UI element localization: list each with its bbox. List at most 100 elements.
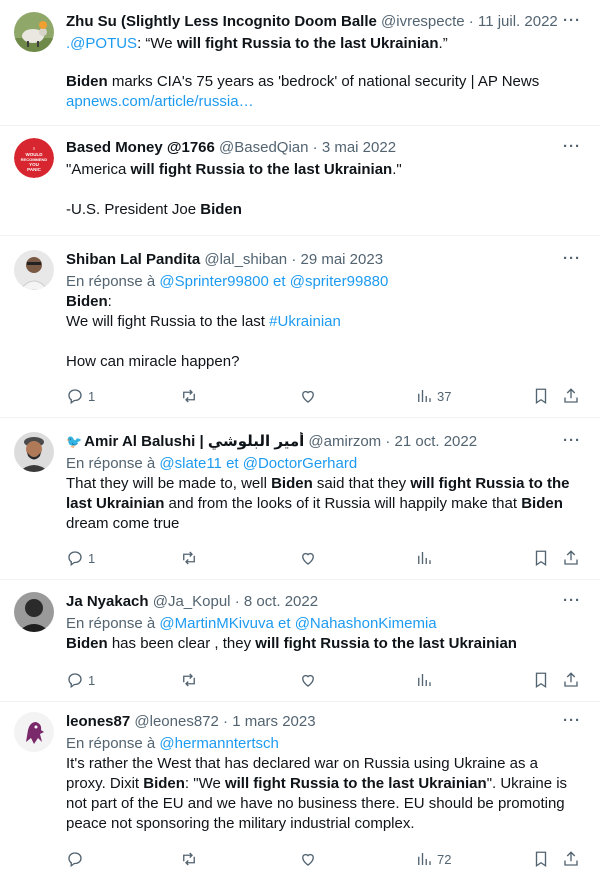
reply-button[interactable]: 1 bbox=[66, 670, 95, 690]
retweet-button[interactable] bbox=[180, 849, 198, 869]
avatar[interactable] bbox=[14, 250, 54, 290]
display-name[interactable]: Ja Nyakach bbox=[66, 593, 149, 610]
text-span: and from the looks of it Russia will hap… bbox=[164, 495, 522, 512]
like-button[interactable] bbox=[299, 548, 317, 568]
like-button[interactable] bbox=[299, 849, 317, 869]
highlight-text: Biden bbox=[66, 635, 108, 652]
mention-link[interactable]: @NahashonKimemia bbox=[295, 615, 437, 632]
tweet-date[interactable]: 1 mars 2023 bbox=[232, 713, 315, 730]
tweet-text: apnews.com/article/russia… bbox=[66, 92, 580, 112]
url-link[interactable]: apnews.com/article/russia… bbox=[66, 93, 254, 110]
display-name[interactable]: leones87 bbox=[66, 713, 130, 730]
user-handle[interactable]: @Ja_Kopul bbox=[153, 593, 231, 610]
like-button[interactable] bbox=[299, 386, 317, 406]
text-span: That they will be made to, well bbox=[66, 475, 272, 492]
more-options-icon[interactable]: ··· bbox=[562, 433, 582, 455]
reply-button[interactable] bbox=[66, 849, 84, 869]
share-button[interactable] bbox=[562, 849, 580, 869]
views-button[interactable]: 37 bbox=[415, 386, 451, 406]
mention-link[interactable]: @MartinMKivuva bbox=[159, 615, 273, 632]
highlight-text: will fight Russia to the last Ukrainian bbox=[130, 161, 393, 178]
view-count: 72 bbox=[437, 851, 452, 867]
like-button[interactable] bbox=[299, 670, 317, 690]
mention-link[interactable]: @hermanntertsch bbox=[159, 735, 278, 752]
tweet-header: Zhu Su (Slightly Less Incognito Doom Bal… bbox=[66, 12, 580, 32]
reply-icon bbox=[68, 852, 82, 868]
tweet[interactable]: 🐦 Amir Al Balushi | أمير البلوشي @amirzo… bbox=[0, 418, 600, 580]
tweet-date[interactable]: 8 oct. 2022 bbox=[244, 593, 318, 610]
highlight-text: Biden bbox=[521, 495, 563, 512]
separator: · bbox=[234, 593, 240, 610]
tweet-date[interactable]: 29 mai 2023 bbox=[300, 251, 383, 268]
hashtag-link[interactable]: #Ukrainian bbox=[269, 313, 341, 330]
bookmark-button[interactable] bbox=[532, 386, 550, 406]
tweet-text: "America will fight Russia to the last U… bbox=[66, 160, 580, 180]
retweet-button[interactable] bbox=[180, 670, 198, 690]
user-handle[interactable]: @BasedQian bbox=[219, 139, 308, 156]
share-button[interactable] bbox=[562, 670, 580, 690]
user-handle[interactable]: @leones872 bbox=[134, 713, 218, 730]
retweet-button[interactable] bbox=[180, 548, 198, 568]
reply-context: En réponse à @MartinMKivuva et @Nahashon… bbox=[66, 614, 580, 634]
more-options-icon[interactable]: ··· bbox=[562, 13, 582, 35]
avatar[interactable] bbox=[14, 432, 54, 472]
mention-link[interactable]: @DoctorGerhard bbox=[243, 455, 357, 472]
avatar[interactable] bbox=[14, 12, 54, 52]
tweet-header: Based Money @1766 @BasedQian · 3 mai 202… bbox=[66, 138, 580, 158]
retweet-icon bbox=[183, 673, 195, 687]
share-button[interactable] bbox=[562, 386, 580, 406]
twitter-bird-icon: 🐦 bbox=[66, 434, 83, 449]
person-avatar-icon bbox=[14, 432, 54, 472]
reply-button[interactable]: 1 bbox=[66, 548, 95, 568]
tweet[interactable]: Shiban Lal Pandita @lal_shiban · 29 mai … bbox=[0, 236, 600, 418]
mention-link[interactable]: @spriter99880 bbox=[290, 273, 389, 290]
text-span: How can miracle happen? bbox=[66, 353, 240, 370]
views-button[interactable] bbox=[415, 670, 433, 690]
tweet-text: How can miracle happen? bbox=[66, 352, 580, 372]
more-options-icon[interactable]: ··· bbox=[562, 251, 582, 273]
user-handle[interactable]: @lal_shiban bbox=[204, 251, 287, 268]
display-name[interactable]: Based Money @1766 bbox=[66, 139, 215, 156]
user-handle[interactable]: @amirzom bbox=[308, 433, 381, 450]
tweet-text: proxy. Dixit Biden: "We will fight Russi… bbox=[66, 774, 580, 794]
bookmark-button[interactable] bbox=[532, 670, 550, 690]
more-options-icon[interactable]: ··· bbox=[562, 139, 582, 161]
display-name[interactable]: Amir Al Balushi | أمير البلوشي bbox=[84, 433, 304, 450]
avatar[interactable]: I WOULD RECOMMEND YOU PANIC bbox=[14, 138, 54, 178]
views-button[interactable] bbox=[415, 548, 433, 568]
views-button[interactable]: 72 bbox=[415, 849, 451, 869]
reply-button[interactable]: 1 bbox=[66, 386, 95, 406]
avatar[interactable] bbox=[14, 712, 54, 752]
highlight-text: will fight Russia to the last Ukrainian bbox=[176, 35, 439, 52]
mention-link[interactable]: @slate11 bbox=[159, 455, 221, 472]
tweet[interactable]: leones87 @leones872 · 1 mars 2023 En rép… bbox=[0, 702, 600, 885]
share-button[interactable] bbox=[562, 548, 580, 568]
tweet-feed: Zhu Su (Slightly Less Incognito Doom Bal… bbox=[0, 0, 600, 885]
text-span: has been clear , they bbox=[107, 635, 256, 652]
tweet-text: not part of the EU and we have no busine… bbox=[66, 794, 580, 814]
display-name[interactable]: Shiban Lal Pandita bbox=[66, 251, 200, 268]
reply-and: et bbox=[226, 455, 239, 472]
bookmark-icon bbox=[535, 550, 547, 567]
mention-link[interactable]: @Sprinter99800 bbox=[159, 273, 268, 290]
tweet[interactable]: I WOULD RECOMMEND YOU PANIC Based Money … bbox=[0, 126, 600, 236]
tweet-date[interactable]: 21 oct. 2022 bbox=[395, 433, 478, 450]
more-options-icon[interactable]: ··· bbox=[562, 713, 582, 735]
tweet[interactable]: Ja Nyakach @Ja_Kopul · 8 oct. 2022 En ré… bbox=[0, 580, 600, 702]
sheep-avatar-icon bbox=[14, 12, 54, 52]
lion-crest-avatar-icon bbox=[14, 712, 54, 752]
more-options-icon[interactable]: ··· bbox=[562, 593, 582, 615]
display-name[interactable]: Zhu Su (Slightly Less Incognito Doom Bal… bbox=[66, 13, 377, 30]
bookmark-icon bbox=[535, 851, 547, 868]
retweet-button[interactable] bbox=[180, 386, 198, 406]
reply-context: En réponse à @slate11 et @DoctorGerhard bbox=[66, 454, 580, 474]
mention-link[interactable]: .@POTUS bbox=[66, 35, 137, 52]
bookmark-button[interactable] bbox=[532, 548, 550, 568]
avatar[interactable] bbox=[14, 592, 54, 632]
tweet-date[interactable]: 3 mai 2022 bbox=[322, 139, 396, 156]
bookmark-button[interactable] bbox=[532, 849, 550, 869]
tweet[interactable]: Zhu Su (Slightly Less Incognito Doom Bal… bbox=[0, 0, 600, 126]
tweet-date[interactable]: 11 juil. 2022 bbox=[478, 13, 558, 30]
reply-context: En réponse à @Sprinter99800 et @spriter9… bbox=[66, 272, 580, 292]
user-handle[interactable]: @ivrespecte bbox=[381, 13, 465, 30]
